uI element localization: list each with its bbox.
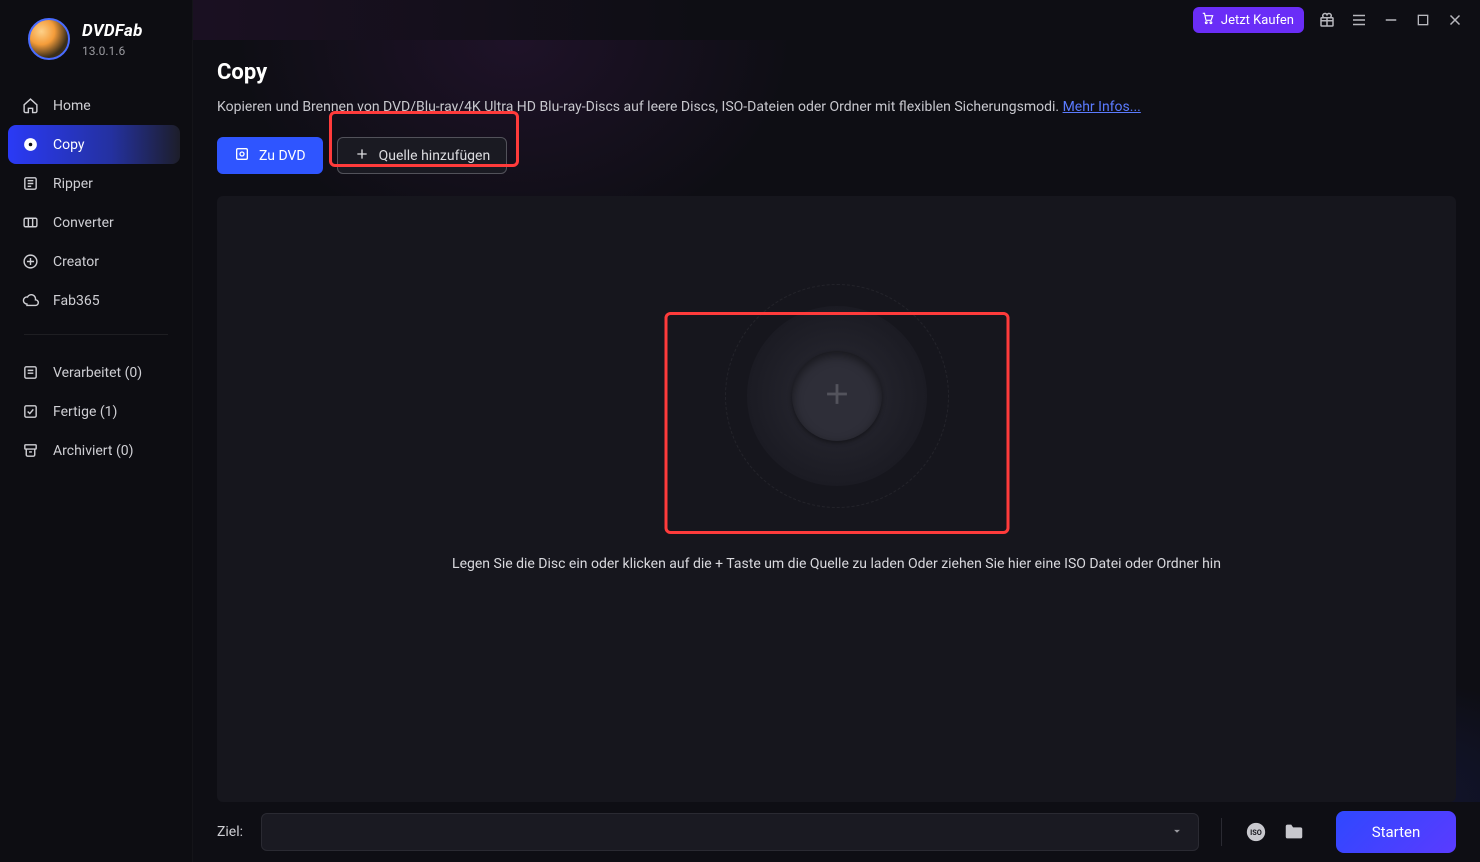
action-row: Zu DVD Quelle hinzufügen (217, 137, 1456, 174)
add-source-label: Quelle hinzufügen (379, 148, 491, 164)
minimize-icon[interactable] (1382, 11, 1400, 29)
sidebar-item-creator[interactable]: Creator (8, 242, 180, 281)
sidebar-item-label: Home (53, 98, 91, 114)
app-logo-icon (28, 18, 70, 60)
sidebar-item-copy[interactable]: Copy (8, 125, 180, 164)
sidebar-item-label: Fab365 (53, 293, 100, 309)
sidebar-item-label: Fertige (1) (53, 404, 117, 420)
sidebar-item-fab365[interactable]: Fab365 (8, 281, 180, 320)
target-select[interactable] (261, 813, 1199, 851)
cloud-icon (22, 292, 39, 309)
cart-icon (1201, 11, 1215, 29)
svg-text:ISO: ISO (1250, 828, 1262, 837)
archive-icon (22, 442, 39, 459)
list-icon (22, 364, 39, 381)
page-description-text: Kopieren und Brennen von DVD/Blu-ray/4K … (217, 99, 1063, 115)
sidebar-item-processed[interactable]: Verarbeitet (0) (8, 353, 180, 392)
main-panel: Jetzt Kaufen Copy Kopieren und Brennen v… (193, 0, 1480, 862)
start-label: Starten (1372, 823, 1421, 841)
folder-icon[interactable] (1282, 820, 1306, 844)
separator (1221, 818, 1222, 846)
bottombar: Ziel: ISO Starten (193, 802, 1480, 862)
app-version: 13.0.1.6 (82, 44, 143, 58)
page-description: Kopieren und Brennen von DVD/Blu-ray/4K … (217, 99, 1456, 115)
sidebar-item-label: Archiviert (0) (53, 443, 133, 459)
close-icon[interactable] (1446, 11, 1464, 29)
sidebar-item-label: Creator (53, 254, 99, 270)
ripper-icon (22, 175, 39, 192)
sidebar-item-ripper[interactable]: Ripper (8, 164, 180, 203)
menu-icon[interactable] (1350, 11, 1368, 29)
dvd-icon (234, 146, 250, 166)
creator-icon (22, 253, 39, 270)
sidebar-item-label: Verarbeitet (0) (53, 365, 142, 381)
more-info-link[interactable]: Mehr Infos... (1063, 99, 1141, 115)
add-source-button[interactable]: Quelle hinzufügen (337, 137, 508, 174)
page-title: Copy (217, 60, 1456, 85)
disc-icon (22, 136, 39, 153)
to-dvd-button[interactable]: Zu DVD (217, 137, 323, 174)
sidebar-item-archived[interactable]: Archiviert (0) (8, 431, 180, 470)
home-icon (22, 97, 39, 114)
chevron-down-icon (1170, 823, 1184, 842)
sidebar-item-label: Ripper (53, 176, 93, 192)
buy-now-button[interactable]: Jetzt Kaufen (1193, 7, 1304, 33)
sidebar-item-home[interactable]: Home (8, 86, 180, 125)
sidebar-item-label: Copy (53, 137, 85, 153)
primary-nav: Home Copy Ripper Converter (0, 78, 192, 320)
sidebar: DVDFab 13.0.1.6 Home Copy Ri (0, 0, 193, 862)
iso-icon[interactable]: ISO (1244, 820, 1268, 844)
start-button[interactable]: Starten (1336, 811, 1456, 853)
buy-now-label: Jetzt Kaufen (1221, 13, 1294, 28)
check-list-icon (22, 403, 39, 420)
sidebar-divider (24, 334, 168, 335)
sidebar-item-converter[interactable]: Converter (8, 203, 180, 242)
maximize-icon[interactable] (1414, 11, 1432, 29)
plus-large-icon (820, 377, 854, 415)
to-dvd-label: Zu DVD (259, 148, 306, 164)
app-window: DVDFab 13.0.1.6 Home Copy Ri (0, 0, 1480, 862)
drop-hint: Legen Sie die Disc ein oder klicken auf … (452, 556, 1221, 572)
content: Copy Kopieren und Brennen von DVD/Blu-ra… (193, 40, 1480, 802)
sidebar-item-label: Converter (53, 215, 114, 231)
status-nav: Verarbeitet (0) Fertige (1) Archiviert (… (0, 345, 192, 470)
sidebar-item-finished[interactable]: Fertige (1) (8, 392, 180, 431)
target-label: Ziel: (217, 824, 243, 840)
logo-block: DVDFab 13.0.1.6 (0, 18, 192, 78)
app-name: DVDFab (82, 21, 143, 41)
plus-icon (354, 146, 370, 166)
gift-icon[interactable] (1318, 11, 1336, 29)
titlebar: Jetzt Kaufen (193, 0, 1480, 40)
converter-icon (22, 214, 39, 231)
logo-text: DVDFab 13.0.1.6 (82, 21, 143, 58)
drop-area: Legen Sie die Disc ein oder klicken auf … (217, 196, 1456, 802)
add-source-dropzone[interactable] (747, 306, 927, 486)
drop-inner (792, 351, 882, 441)
